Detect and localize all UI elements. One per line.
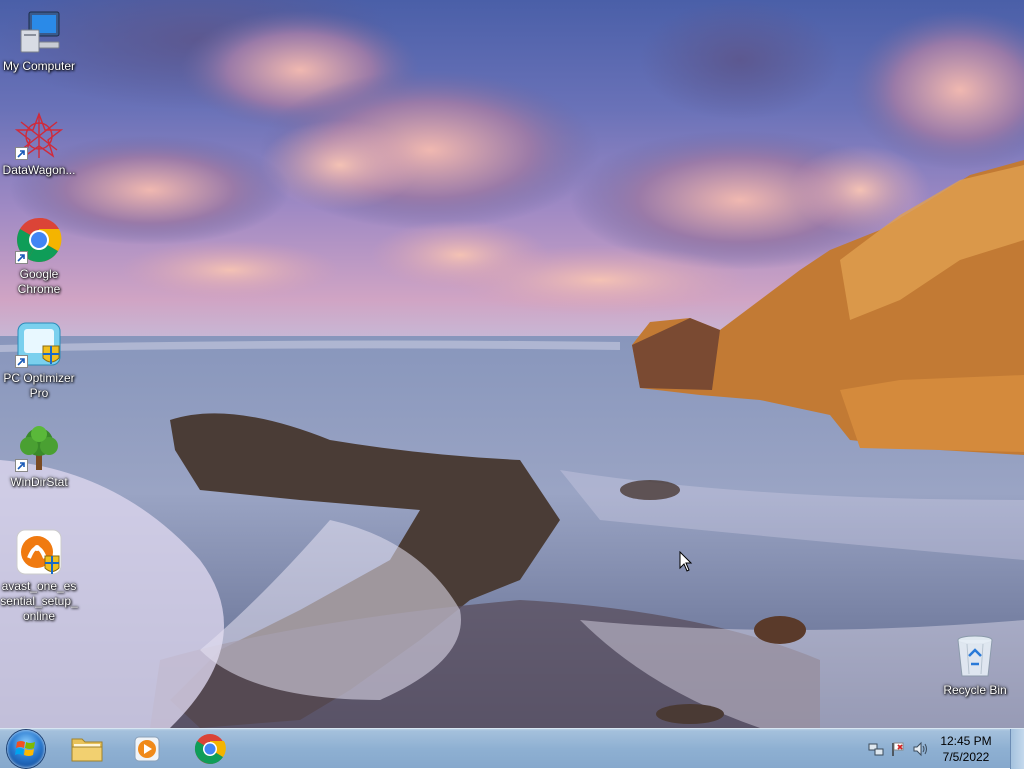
clock-time: 12:45 PM (940, 734, 992, 748)
taskbar-chrome-button[interactable] (183, 731, 237, 767)
chrome-icon (15, 216, 63, 264)
desktop-icon-datawagon[interactable]: DataWagon... (0, 112, 78, 178)
desktop-icon-pc-optimizer-pro[interactable]: PC Optimizer Pro (0, 320, 78, 401)
system-tray: 12:45 PM 7/5/2022 (854, 729, 1024, 769)
desktop-icon-label: PC Optimizer Pro (3, 371, 75, 400)
tree-icon (15, 424, 63, 472)
desktop-icon-my-computer[interactable]: My Computer (0, 8, 78, 74)
taskbar: 12:45 PM 7/5/2022 (0, 728, 1024, 769)
action-center-flag-icon[interactable] (890, 741, 906, 757)
shortcut-arrow-icon (15, 147, 28, 160)
desktop-icon-label: WinDirStat (10, 475, 68, 489)
shortcut-arrow-icon (15, 355, 28, 368)
clock-date: 7/5/2022 (942, 750, 990, 764)
desktop-icon-avast-setup[interactable]: avast_one_essential_setup_online (0, 528, 78, 624)
taskbar-media-player-button[interactable] (120, 731, 174, 767)
recycle-bin-icon (951, 632, 999, 680)
show-desktop-button[interactable] (1010, 729, 1024, 769)
desktop-icon-recycle-bin[interactable]: Recycle Bin (936, 632, 1014, 698)
shortcut-arrow-icon (15, 459, 28, 472)
desktop-icon-windirstat[interactable]: WinDirStat (0, 424, 78, 490)
taskbar-clock[interactable]: 12:45 PM 7/5/2022 (934, 733, 998, 765)
start-button[interactable] (7, 730, 45, 768)
taskbar-explorer-button[interactable] (60, 731, 114, 767)
desktop-wallpaper[interactable] (0, 0, 1024, 728)
folder-icon (71, 738, 103, 762)
avast-icon (15, 528, 63, 576)
windows-logo-icon (15, 741, 35, 756)
chrome-icon (194, 734, 226, 764)
pc-optimizer-icon (15, 320, 63, 368)
desktop-icon-label: Google Chrome (17, 267, 61, 296)
network-icon[interactable] (868, 741, 884, 757)
desktop-icon-label: Recycle Bin (943, 683, 1007, 697)
volume-icon[interactable] (912, 741, 928, 757)
wallpaper-rocks-surf (0, 160, 1024, 728)
computer-icon (15, 8, 63, 56)
desktop-icon-label: avast_one_essential_setup_online (0, 579, 78, 623)
media-player-icon (134, 736, 160, 762)
desktop-icon-google-chrome[interactable]: Google Chrome (0, 216, 78, 297)
shortcut-arrow-icon (15, 251, 28, 264)
mouse-cursor-icon (679, 551, 693, 572)
datawagon-icon (14, 112, 64, 160)
desktop-icon-label: My Computer (2, 59, 76, 73)
desktop-icon-label: DataWagon... (2, 163, 76, 177)
